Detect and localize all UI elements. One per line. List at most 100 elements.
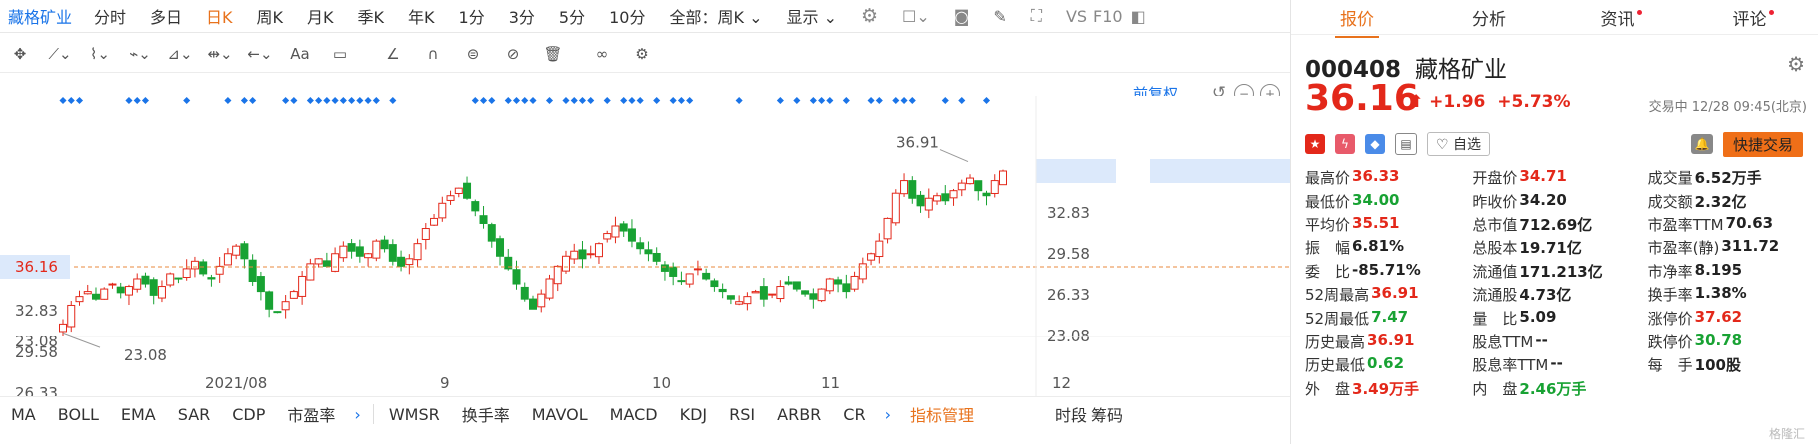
arrow-tool-icon[interactable]: ←⌄ xyxy=(247,43,273,65)
gear-icon[interactable]: ⚙ xyxy=(1787,52,1805,76)
stat-cell: 外 盘 3.49万手 xyxy=(1305,378,1472,399)
indicator-item[interactable]: MAVOL xyxy=(532,405,588,424)
tag-icons: ★ ϟ ◆ ▤ ♡ 自选 xyxy=(1305,132,1491,156)
indicator-item[interactable]: CR xyxy=(843,405,865,424)
text-tool-icon[interactable]: Aa xyxy=(287,43,313,65)
stock-name[interactable]: 藏格矿业 xyxy=(8,4,72,28)
candle-body xyxy=(479,215,488,224)
x-tick: 2021/08 xyxy=(205,374,267,392)
candle-body xyxy=(471,201,480,212)
stat-label: 委 比 xyxy=(1305,262,1351,281)
lock-icon[interactable]: ⊜ xyxy=(460,43,486,65)
fullscreen-icon[interactable]: ⛶ xyxy=(1031,6,1042,26)
draw-settings-icon[interactable]: ⚙ xyxy=(629,43,655,65)
polyline-tool-icon[interactable]: ⌇⌄ xyxy=(87,43,113,65)
chevron-right-icon[interactable]: › xyxy=(354,405,360,424)
tab-news[interactable]: 资讯 xyxy=(1555,5,1687,30)
indicator-item[interactable]: ARBR xyxy=(777,405,821,424)
indicator-item[interactable]: MA xyxy=(11,405,36,424)
candle-body xyxy=(735,301,744,305)
range-tool-icon[interactable]: ⇹⌄ xyxy=(207,43,233,65)
stat-label: 52周最高 xyxy=(1305,286,1370,305)
candle-body xyxy=(273,311,282,314)
display-menu[interactable]: 显示 ⌄ xyxy=(786,4,837,28)
tab-label: 评论 xyxy=(1732,9,1767,30)
candle-body xyxy=(726,295,735,300)
chevron-right-icon[interactable]: › xyxy=(885,405,891,424)
tab-period[interactable]: 1分 xyxy=(459,4,485,28)
tab-comments[interactable]: 评论 xyxy=(1687,5,1818,30)
tab-period[interactable]: 年K xyxy=(408,4,435,28)
f10-button[interactable]: F10 xyxy=(1093,7,1123,26)
tab-period[interactable]: 周K xyxy=(257,4,284,28)
stat-label: 流通股 xyxy=(1472,286,1518,305)
stat-value: -- xyxy=(1535,330,1548,349)
link-icon[interactable]: ∞ xyxy=(589,43,615,65)
indicator-item[interactable]: RSI xyxy=(729,405,755,424)
vs-button[interactable]: VS xyxy=(1066,7,1087,26)
stat-value: 7.47 xyxy=(1371,307,1409,326)
move-icon[interactable]: ✥ xyxy=(7,43,33,65)
candle-body xyxy=(900,180,909,195)
candle-body xyxy=(83,291,92,295)
comment-tool-icon[interactable]: ▭ xyxy=(327,43,353,65)
tab-period[interactable]: 季K xyxy=(358,4,385,28)
trash-icon[interactable]: 🗑 xyxy=(540,43,566,65)
chips-button[interactable]: 筹码 xyxy=(1091,402,1123,426)
candle-body xyxy=(240,243,249,260)
camera-icon[interactable]: ◙ xyxy=(954,7,970,26)
tab-period[interactable]: 5分 xyxy=(559,4,585,28)
tab-period[interactable]: 日K xyxy=(206,4,233,28)
stat-value: -85.71% xyxy=(1352,260,1421,279)
timeslot-button[interactable]: 时段 xyxy=(1055,402,1087,426)
bell-icon[interactable]: 🔔 xyxy=(1691,134,1713,154)
tag-icon: ◆ xyxy=(1365,134,1385,154)
indicator-item[interactable]: EMA xyxy=(121,405,156,424)
stat-value: 36.91 xyxy=(1371,284,1419,303)
y-tick: 32.83 xyxy=(15,302,58,320)
indicator-item[interactable]: 换手率 xyxy=(462,402,510,426)
candle-body xyxy=(759,286,768,300)
add-watchlist-button[interactable]: ♡ 自选 xyxy=(1427,132,1491,156)
candle-body xyxy=(685,273,694,285)
panel-toggle-icon[interactable]: ◧ xyxy=(1131,7,1146,26)
settings-icon[interactable]: ⚙ xyxy=(861,5,878,27)
tab-period[interactable]: 多日 xyxy=(150,4,182,28)
indicator-item[interactable]: MACD xyxy=(610,405,658,424)
tab-label: 报价 xyxy=(1340,9,1374,30)
stat-cell: 振 幅 6.81% xyxy=(1305,237,1472,258)
indicator-item[interactable]: CDP xyxy=(232,405,265,424)
candle-body xyxy=(825,278,834,292)
tab-period[interactable]: 3分 xyxy=(509,4,535,28)
tab-period[interactable]: 10分 xyxy=(609,4,645,28)
drawing-toolbar: ✥ ⟋⌄ ⌇⌄ ⌁⌄ ⊿⌄ ⇹⌄ ←⌄ Aa ▭ ∠ ∩ ⊜ ⊘ 🗑 ∞ ⚙ xyxy=(0,36,1290,73)
range-select[interactable]: 全部：周K ⌄ xyxy=(669,4,762,28)
indicator-item[interactable]: 市盈率 xyxy=(287,402,335,426)
tab-period[interactable]: 月K xyxy=(307,4,334,28)
candle-body xyxy=(891,192,900,224)
indicator-item[interactable]: WMSR xyxy=(389,405,440,424)
stat-label: 市净率 xyxy=(1647,262,1693,281)
box-icon[interactable]: ☐⌄ xyxy=(902,7,930,26)
measure-tool-icon[interactable]: ⊿⌄ xyxy=(167,43,193,65)
tab-period[interactable]: 分时 xyxy=(94,4,126,28)
indicator-item[interactable]: BOLL xyxy=(58,405,99,424)
indicator-item[interactable]: KDJ xyxy=(680,405,708,424)
wave-tool-icon[interactable]: ⌁⌄ xyxy=(127,43,153,65)
indicator-manage-button[interactable]: 指标管理 xyxy=(910,402,974,426)
note-icon[interactable]: ▤ xyxy=(1395,133,1417,155)
pencil-icon[interactable]: ✎ xyxy=(993,7,1006,26)
line-tool-icon[interactable]: ⟋⌄ xyxy=(47,43,73,65)
range-select-label: 全部：周K xyxy=(669,8,744,27)
stat-label: 历史最低 xyxy=(1305,356,1366,375)
quick-trade-button[interactable]: 快捷交易 xyxy=(1723,132,1804,157)
hide-icon[interactable]: ⊘ xyxy=(500,43,526,65)
angle-tool-icon[interactable]: ∠ xyxy=(380,43,406,65)
stat-cell: 市盈率(静) 311.72 xyxy=(1648,237,1815,258)
magnet-icon[interactable]: ∩ xyxy=(420,43,446,65)
tab-analysis[interactable]: 分析 xyxy=(1423,5,1555,30)
indicator-item[interactable]: SAR xyxy=(178,405,211,424)
tab-quote[interactable]: 报价 xyxy=(1291,5,1423,38)
stat-cell: 流通股 4.73亿 xyxy=(1472,284,1647,305)
stat-label: 股息TTM xyxy=(1472,332,1534,351)
